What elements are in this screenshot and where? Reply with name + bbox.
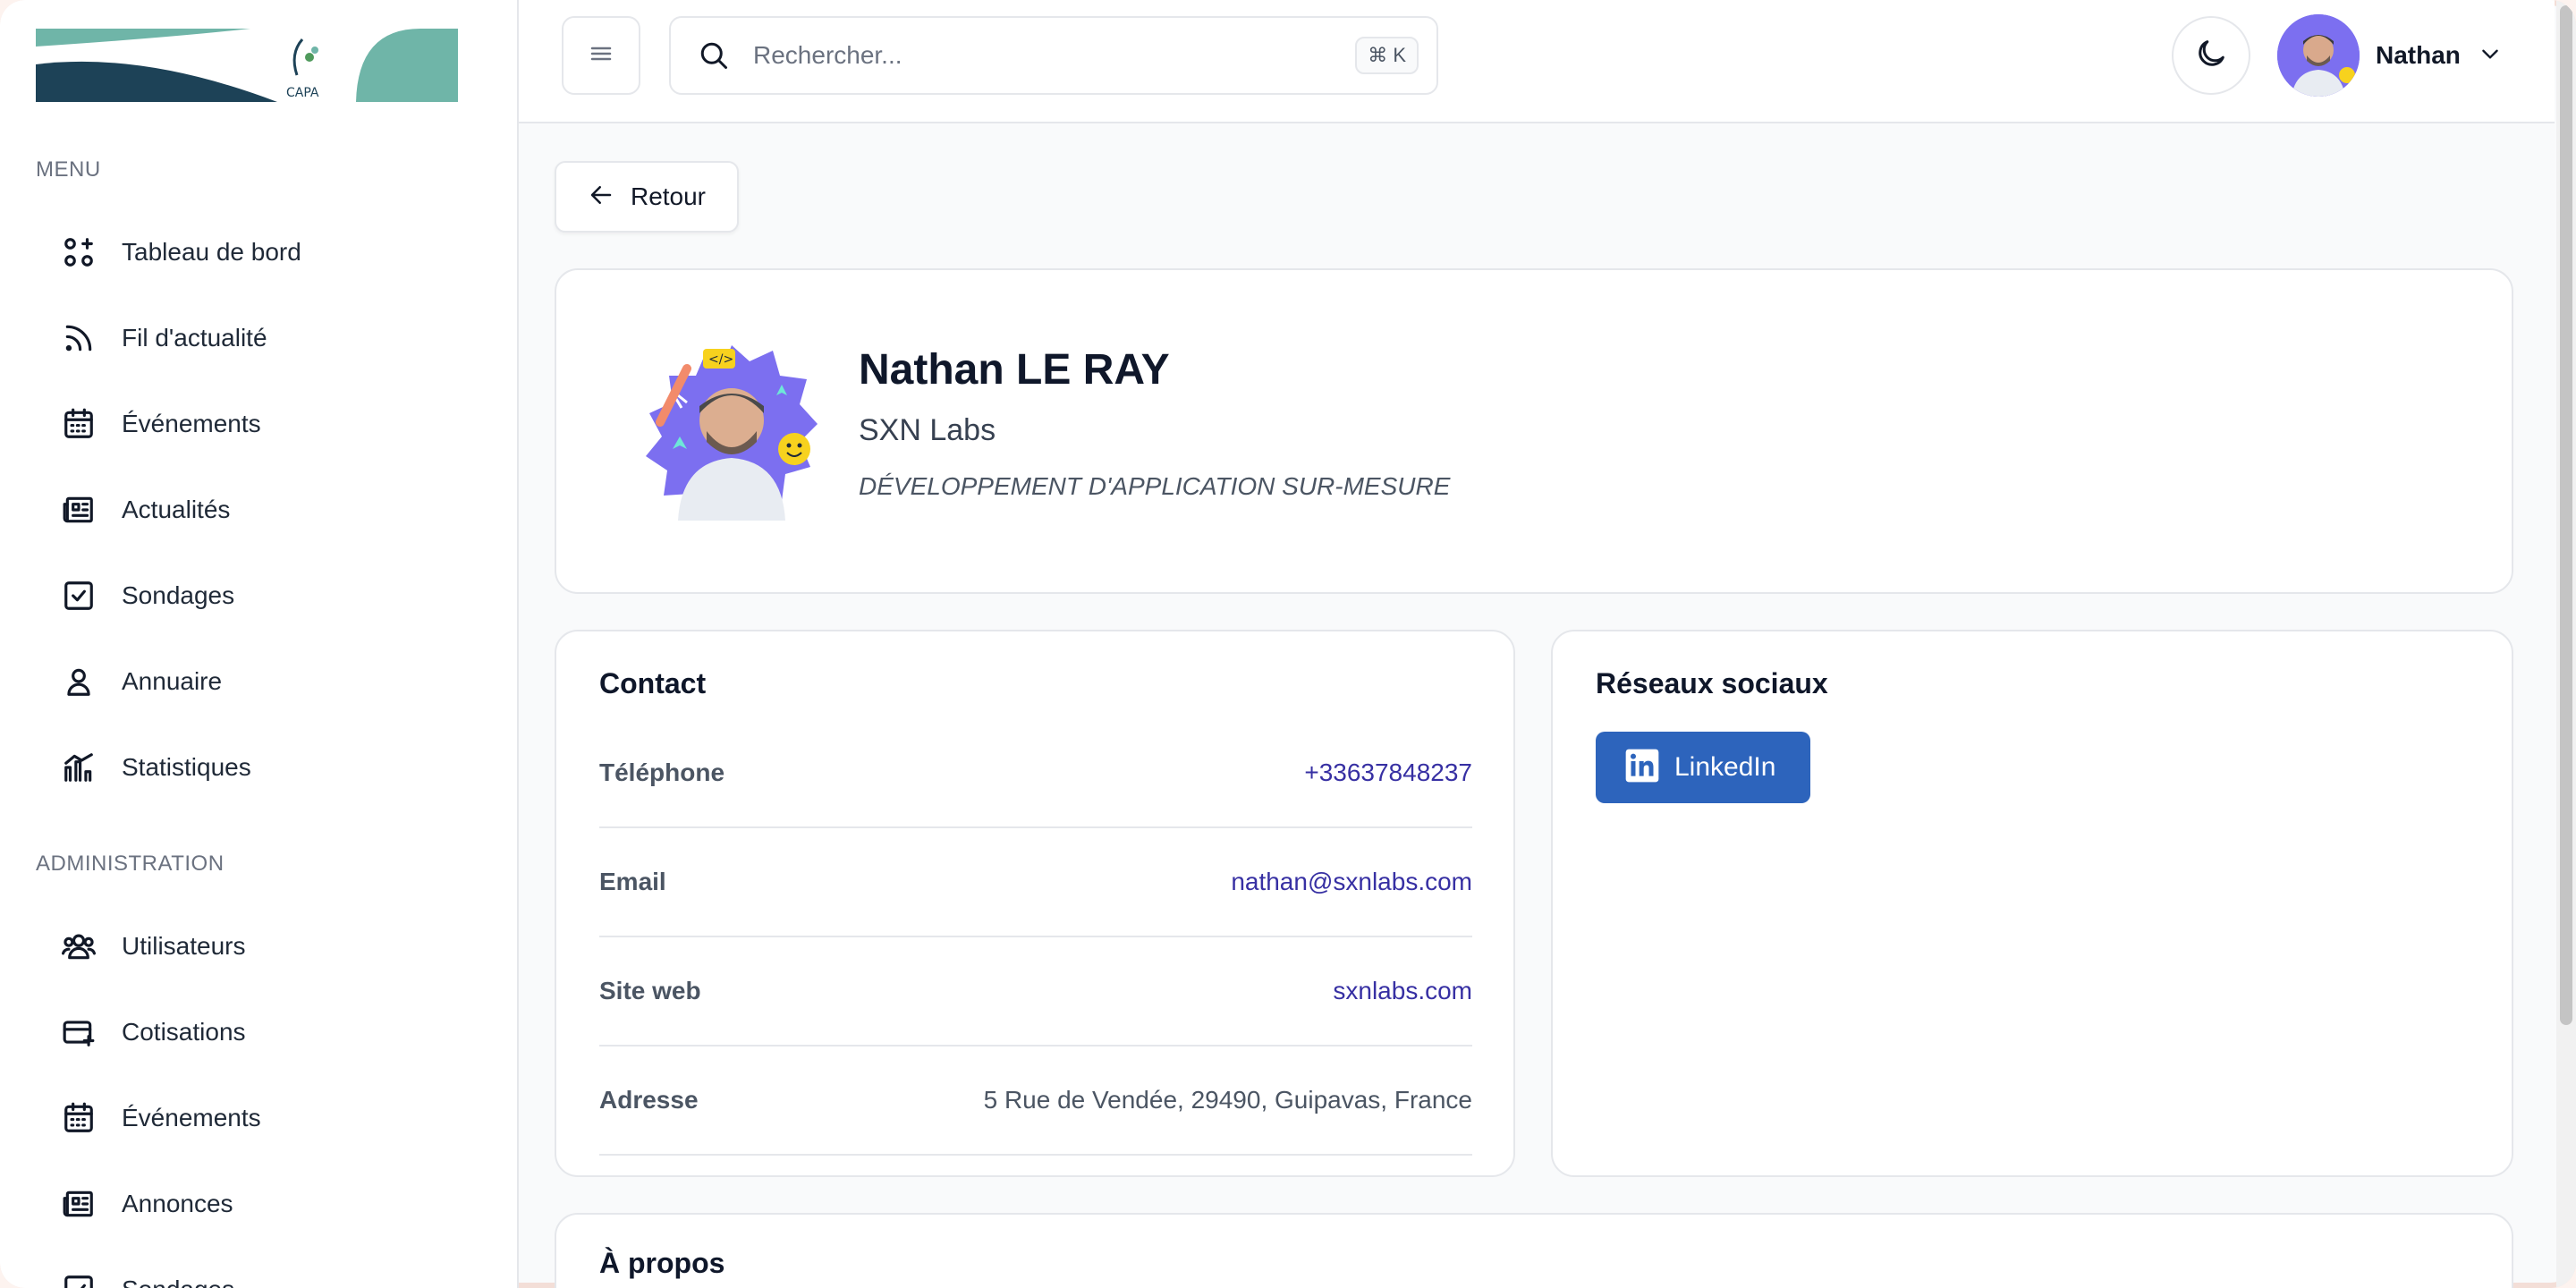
avatar [2277, 14, 2360, 97]
website-link[interactable]: sxnlabs.com [1333, 977, 1472, 1005]
checkbox-icon [61, 1272, 97, 1288]
contact-title: Contact [599, 667, 707, 699]
sidebar-item-label: Événements [122, 410, 261, 437]
credit-card-icon [61, 1014, 97, 1050]
search-shortcut-badge: ⌘ K [1355, 37, 1419, 74]
search-icon [698, 39, 730, 72]
app-window: CAPA MENU Tableau de bord Fil d'actualit… [0, 0, 2576, 1288]
svg-text:</>: </> [708, 352, 733, 367]
contact-row-website: Site web sxnlabs.com [599, 937, 1472, 1046]
sidebar-item-news[interactable]: Actualités [36, 474, 483, 546]
contact-card: Contact Téléphone +33637848237 Email nat… [555, 630, 1515, 1177]
calendar-icon [61, 1100, 97, 1136]
sidebar-item-label: Sondages [122, 1275, 234, 1288]
scrollbar-thumb[interactable] [2560, 5, 2572, 1025]
bar-chart-icon [61, 750, 97, 785]
sidebar-item-label: Événements [122, 1104, 261, 1131]
profile-name: Nathan LE RAY [859, 346, 1170, 394]
linkedin-button[interactable]: LinkedIn [1596, 732, 1810, 803]
search-input[interactable]: Rechercher... [753, 41, 1355, 70]
chevron-down-icon [2479, 42, 2502, 70]
brand-logo[interactable]: CAPA [36, 29, 458, 102]
linkedin-icon [1624, 748, 1660, 788]
user-icon [61, 664, 97, 699]
contact-key: Téléphone [599, 758, 725, 786]
sidebar-item-label: Tableau de bord [122, 238, 301, 266]
back-button-label: Retour [630, 182, 707, 210]
profile-card: </> Nathan LE RAY SXN Labs DÉVELOPPEMENT… [555, 268, 2513, 594]
email-link[interactable]: nathan@sxnlabs.com [1231, 868, 1472, 896]
sidebar-item-admin-polls[interactable]: Sondages [36, 1254, 483, 1288]
sidebar-item-events[interactable]: Événements [36, 388, 483, 460]
newspaper-icon [61, 1186, 97, 1222]
about-card: À propos [555, 1213, 2513, 1288]
contact-key: Site web [599, 977, 701, 1004]
newspaper-icon [61, 492, 97, 528]
sidebar-item-label: Actualités [122, 496, 231, 523]
dashboard-icon [61, 234, 97, 270]
sidebar-item-dashboard[interactable]: Tableau de bord [36, 216, 483, 288]
sidebar-item-label: Annonces [122, 1190, 233, 1217]
sidebar-item-subscriptions[interactable]: Cotisations [36, 996, 483, 1068]
users-icon [61, 928, 97, 964]
menu-toggle-button[interactable] [562, 16, 640, 95]
contact-key: Adresse [599, 1086, 699, 1114]
address-value: 5 Rue de Vendée, 29490, Guipavas, France [983, 1086, 1472, 1114]
profile-activity: DÉVELOPPEMENT D'APPLICATION SUR-MESURE [859, 472, 1451, 500]
contact-row-email: Email nathan@sxnlabs.com [599, 828, 1472, 937]
rss-icon [61, 320, 97, 356]
sidebar-item-label: Sondages [122, 581, 235, 609]
sidebar-item-label: Cotisations [122, 1018, 246, 1046]
social-card: Réseaux sociaux LinkedIn [1551, 630, 2513, 1177]
checkbox-icon [61, 578, 97, 614]
sidebar-item-announcements[interactable]: Annonces [36, 1168, 483, 1240]
theme-toggle-button[interactable] [2172, 16, 2250, 95]
sidebar-item-label: Fil d'actualité [122, 324, 267, 352]
arrow-left-icon [588, 182, 614, 213]
user-menu[interactable]: Nathan [2277, 13, 2502, 98]
sidebar: CAPA MENU Tableau de bord Fil d'actualit… [0, 0, 519, 1288]
page-scrollbar[interactable] [2556, 0, 2576, 1288]
sidebar-item-label: Annuaire [122, 667, 223, 695]
hamburger-icon [589, 44, 613, 68]
linkedin-label: LinkedIn [1674, 752, 1776, 782]
search-bar[interactable]: Rechercher... ⌘ K [669, 16, 1438, 95]
profile-avatar: </> [642, 342, 821, 521]
svg-text:CAPA: CAPA [286, 86, 319, 100]
sidebar-item-polls[interactable]: Sondages [36, 560, 483, 631]
contact-row-address: Adresse 5 Rue de Vendée, 29490, Guipavas… [599, 1046, 1472, 1156]
sidebar-item-statistics[interactable]: Statistiques [36, 732, 483, 803]
moon-icon [2193, 36, 2229, 76]
user-name: Nathan [2376, 41, 2461, 69]
back-button[interactable]: Retour [555, 161, 739, 233]
contact-row-phone: Téléphone +33637848237 [599, 719, 1472, 828]
sidebar-item-feed[interactable]: Fil d'actualité [36, 302, 483, 374]
about-title: À propos [599, 1247, 725, 1279]
sidebar-item-label: Utilisateurs [122, 932, 246, 960]
top-header: Rechercher... ⌘ K Nathan [519, 0, 2555, 123]
admin-section-label: ADMINISTRATION [36, 852, 225, 876]
social-title: Réseaux sociaux [1596, 667, 1828, 699]
profile-company: SXN Labs [859, 413, 996, 447]
sidebar-item-label: Statistiques [122, 753, 251, 781]
sidebar-item-users[interactable]: Utilisateurs [36, 911, 483, 982]
sidebar-item-directory[interactable]: Annuaire [36, 646, 483, 717]
phone-link[interactable]: +33637848237 [1304, 758, 1472, 787]
contact-key: Email [599, 868, 666, 895]
calendar-icon [61, 406, 97, 442]
menu-section-label: MENU [36, 157, 101, 182]
sidebar-item-admin-events[interactable]: Événements [36, 1082, 483, 1154]
